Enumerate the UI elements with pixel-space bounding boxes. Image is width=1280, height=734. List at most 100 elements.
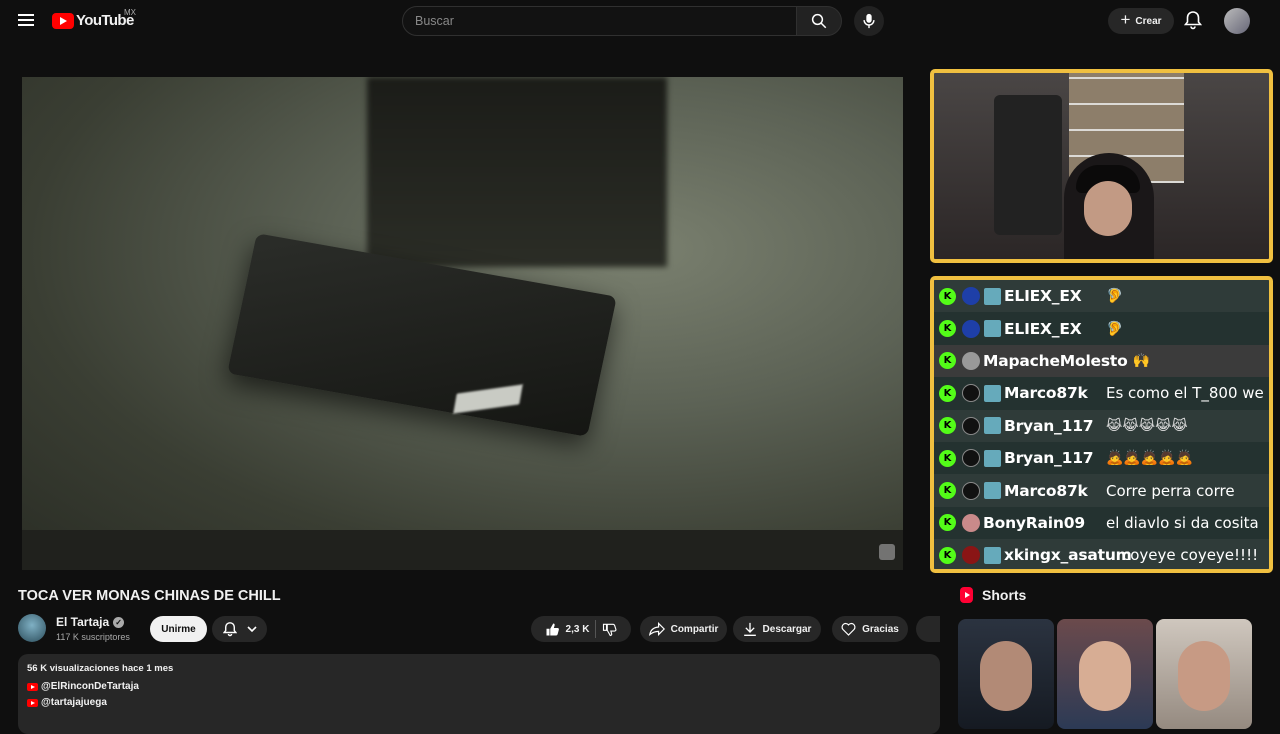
streamer-webcam	[930, 69, 1273, 263]
chat-text: 😹😹😹😹😹	[1106, 417, 1188, 434]
shorts-title: Shorts	[982, 587, 1027, 603]
more-actions-button[interactable]	[916, 616, 940, 642]
create-label: Crear	[1135, 15, 1162, 27]
subscription-bell-button[interactable]	[212, 616, 267, 642]
chat-message: K xkingx_asatum coyeye coyeye!!!!	[934, 539, 1269, 569]
chat-username: Marco87k	[1004, 481, 1088, 500]
sub-badge-icon	[984, 417, 1001, 435]
bell-icon	[222, 622, 237, 637]
chat-message: K Marco87k Es como el T_800 we	[934, 377, 1269, 410]
thanks-button[interactable]: Gracias	[832, 616, 908, 642]
sub-badge-icon	[984, 384, 1001, 402]
link-text: @ElRinconDeTartaja	[41, 681, 139, 692]
kick-icon: K	[939, 417, 956, 435]
channel-name-text: El Tartaja	[56, 615, 110, 629]
short-thumbnail[interactable]	[1156, 619, 1252, 729]
short-thumbnail[interactable]	[958, 619, 1054, 729]
like-count[interactable]: 2,3 K	[566, 624, 590, 635]
mic-icon	[863, 13, 875, 29]
search-input[interactable]: Buscar	[402, 6, 798, 36]
thumbs-down-icon[interactable]	[602, 622, 617, 637]
chat-username: ELIEX_EX	[1004, 319, 1082, 338]
chat-message: K Bryan_117 😹😹😹😹😹	[934, 409, 1269, 442]
video-player[interactable]	[22, 77, 903, 570]
chat-message: K MapacheMolesto 🙌	[934, 344, 1269, 378]
chat-text: 🙌	[1132, 352, 1150, 369]
search-button[interactable]	[796, 6, 842, 36]
channel-avatar[interactable]	[18, 614, 46, 642]
join-button[interactable]: Unirme	[150, 616, 207, 642]
chat-text: 🦻	[1106, 288, 1124, 305]
chat-message: K BonyRain09 el diavlo si da cosita	[934, 506, 1269, 540]
share-icon	[648, 622, 665, 636]
user-badge-icon	[962, 351, 980, 370]
sub-badge-icon	[984, 320, 1001, 338]
chat-username: Marco87k	[1004, 384, 1088, 403]
sub-badge-icon	[984, 482, 1001, 500]
view-count-date: 56 K visualizaciones hace 1 mes	[27, 663, 174, 674]
chat-message: K ELIEX_EX 🦻	[934, 312, 1269, 345]
user-badge-icon	[962, 319, 980, 338]
user-badge-icon	[962, 384, 980, 403]
share-label: Compartir	[670, 623, 719, 635]
search-icon	[811, 13, 827, 29]
menu-icon[interactable]	[16, 11, 36, 31]
chat-text: Corre perra corre	[1106, 481, 1235, 500]
chat-username: ELIEX_EX	[1004, 287, 1082, 306]
youtube-icon	[27, 682, 38, 691]
link-text: @tartajajuega	[41, 697, 107, 708]
kick-icon: K	[939, 384, 956, 402]
heart-dollar-icon	[841, 622, 856, 636]
chat-text: 🙇🙇🙇🙇🙇	[1106, 450, 1194, 467]
chat-text: Es como el T_800 we	[1106, 384, 1264, 403]
youtube-icon	[27, 698, 38, 707]
chat-message: K Marco87k Corre perra corre	[934, 474, 1269, 507]
youtube-play-icon	[52, 12, 74, 29]
notifications-button[interactable]	[1183, 10, 1204, 32]
shorts-icon	[960, 587, 973, 603]
download-icon	[743, 622, 756, 636]
download-button[interactable]: Descargar	[733, 616, 821, 642]
sub-badge-icon	[984, 546, 1001, 564]
share-button[interactable]: Compartir	[640, 616, 727, 642]
chat-username: MapacheMolesto	[983, 351, 1128, 370]
like-dislike-group: 2,3 K	[531, 616, 631, 642]
chat-message: K ELIEX_EX 🦻	[934, 280, 1269, 313]
channel-watermark-icon[interactable]	[879, 544, 895, 560]
kick-icon: K	[939, 320, 956, 338]
user-badge-icon	[962, 546, 980, 565]
user-badge-icon	[962, 287, 980, 306]
thumbs-up-icon[interactable]	[545, 622, 560, 637]
sub-badge-icon	[984, 287, 1001, 305]
video-title: TOCA VER MONAS CHINAS DE CHILL	[18, 588, 281, 604]
chat-username: Bryan_117	[1004, 449, 1094, 468]
youtube-logo[interactable]: YouTube MX	[52, 8, 136, 29]
chat-username: xkingx_asatum	[1004, 546, 1132, 565]
chat-text: 🦻	[1106, 320, 1124, 337]
plus-icon: +	[1120, 10, 1131, 29]
chat-username: BonyRain09	[983, 513, 1085, 532]
video-frame	[22, 77, 903, 570]
description-link[interactable]: @ElRinconDeTartaja	[27, 681, 931, 692]
top-bar: YouTube MX Buscar + Crear	[0, 0, 1280, 42]
subscriber-count: 117 K suscriptores	[56, 632, 130, 642]
country-code: MX	[124, 8, 136, 17]
kick-icon: K	[939, 352, 956, 370]
create-button[interactable]: + Crear	[1108, 8, 1174, 34]
channel-name[interactable]: El Tartaja ✓	[56, 615, 125, 629]
short-thumbnail[interactable]	[1057, 619, 1153, 729]
kick-icon: K	[939, 482, 956, 500]
description-link[interactable]: @tartajajuega	[27, 697, 931, 708]
voice-search-button[interactable]	[854, 6, 884, 36]
account-avatar[interactable]	[1224, 8, 1250, 34]
description-box[interactable]: 56 K visualizaciones hace 1 mes @ElRinco…	[18, 654, 940, 734]
user-badge-icon	[962, 449, 980, 468]
chat-message: K Bryan_117 🙇🙇🙇🙇🙇	[934, 442, 1269, 475]
chevron-down-icon	[246, 626, 257, 633]
bell-icon	[1183, 11, 1203, 30]
verified-check-icon: ✓	[113, 617, 125, 629]
sub-badge-icon	[984, 449, 1001, 467]
thanks-label: Gracias	[862, 623, 899, 635]
chat-text: el diavlo si da cosita	[1106, 513, 1259, 532]
kick-icon: K	[939, 546, 956, 564]
